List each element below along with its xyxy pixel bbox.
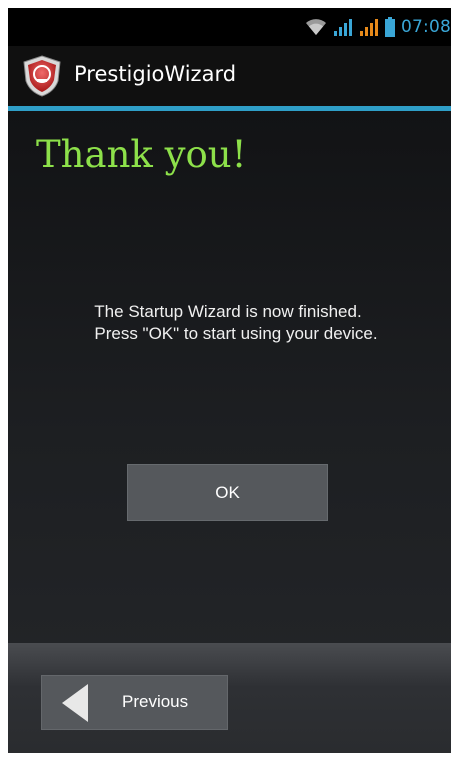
wifi-icon [305, 18, 327, 36]
battery-icon [385, 17, 395, 37]
signal-icon [359, 18, 379, 36]
app-title: PrestigioWizard [74, 62, 237, 86]
back-arrow-icon [58, 682, 94, 728]
status-icons: 07:08 [305, 16, 451, 38]
device-screen: 07:08 PrestigioWizard Thank you! The Sta… [8, 8, 451, 753]
finish-message: The Startup Wizard is now finished. Pres… [28, 301, 428, 345]
status-bar: 07:08 [8, 8, 451, 46]
action-bar: PrestigioWizard [8, 46, 451, 106]
finish-message-line: The Startup Wizard is now finished. [94, 302, 362, 321]
ok-button[interactable]: OK [127, 464, 328, 521]
status-clock: 07:08 [401, 17, 451, 37]
wizard-content: Thank you! The Startup Wizard is now fin… [8, 111, 451, 651]
finish-message-line: Press "OK" to start using your device. [94, 324, 378, 343]
navigation-bar: Previous [8, 643, 451, 753]
page-title: Thank you! [36, 133, 247, 176]
previous-label: Previous [122, 692, 189, 711]
signal-icon [333, 18, 353, 36]
prestigio-logo-icon [22, 55, 62, 97]
previous-button[interactable]: Previous [41, 675, 228, 730]
